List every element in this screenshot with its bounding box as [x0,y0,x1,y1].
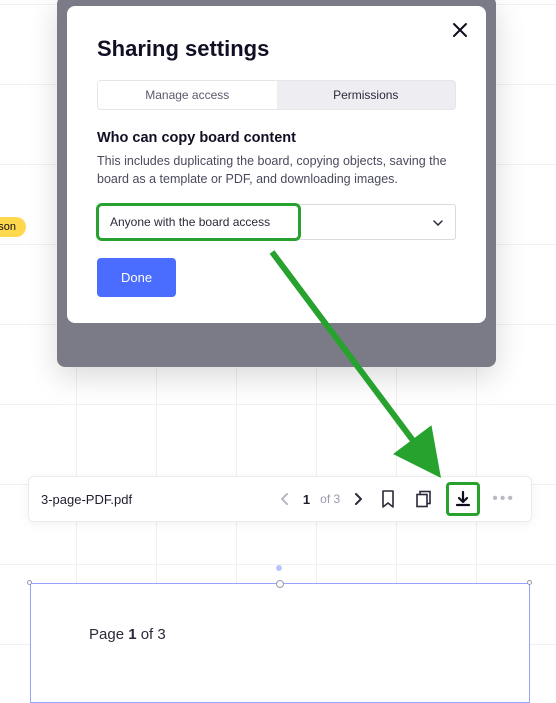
ellipsis-icon: ••• [492,490,515,507]
bookmark-button[interactable] [374,485,402,513]
chevron-left-icon [281,493,289,505]
permission-heading: Who can copy board content [97,130,456,146]
selection-handle-tl[interactable] [27,580,32,585]
permission-description: This includes duplicating the board, cop… [97,152,456,188]
chevron-down-icon [433,215,443,229]
download-button[interactable] [446,482,480,516]
tab-permissions[interactable]: Permissions [277,81,456,109]
tab-manage-access[interactable]: Manage access [98,81,277,109]
select-value: Anyone with the board access [110,215,270,229]
prev-page-button[interactable] [277,489,293,509]
pdf-toolbar: 3-page-PDF.pdf 1 of 3 ••• [28,476,532,522]
selection-handle-tr[interactable] [527,580,532,585]
selection-handle-top[interactable] [276,580,284,588]
sharing-settings-modal: Sharing settings Manage access Permissio… [67,6,486,323]
copy-permission-select[interactable]: Anyone with the board access [97,204,456,240]
pdf-page-frame[interactable]: Page 1 of 3 [30,583,530,703]
modal-tabs: Manage access Permissions [97,80,456,110]
download-icon [454,490,472,508]
close-icon [452,22,468,38]
page-navigator: 1 of 3 [277,489,366,509]
pdf-filename: 3-page-PDF.pdf [41,492,132,507]
selection-handle-mid[interactable] [276,565,282,571]
bookmark-icon [380,490,396,508]
pdf-page-label: Page 1 of 3 [89,626,166,643]
user-tag-chip[interactable]: hnson [0,217,26,237]
done-button[interactable]: Done [97,258,176,297]
page-of: of 3 [320,492,340,506]
modal-title: Sharing settings [97,36,456,62]
next-page-button[interactable] [350,489,366,509]
more-options-button[interactable]: ••• [488,490,519,508]
close-button[interactable] [452,22,468,38]
modal-backdrop: Sharing settings Manage access Permissio… [57,0,496,367]
page-current: 1 [303,492,310,507]
chevron-right-icon [354,493,362,505]
copy-pages-button[interactable] [410,485,438,513]
copy-icon [415,490,433,508]
